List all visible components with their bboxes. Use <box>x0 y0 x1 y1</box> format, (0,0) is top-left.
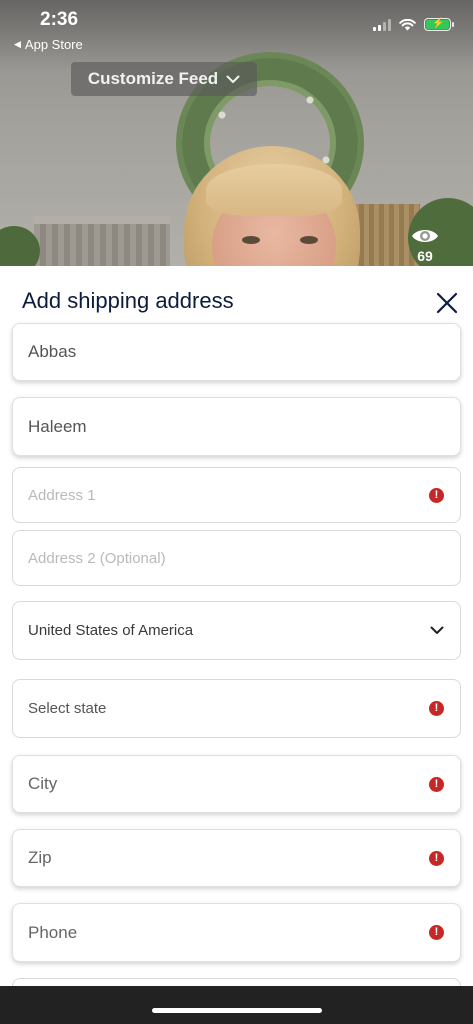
status-time: 2:36 <box>40 9 79 30</box>
home-indicator[interactable] <box>152 1008 322 1013</box>
basket-decoration <box>34 216 170 268</box>
last-name-value: Haleem <box>28 416 87 436</box>
state-select[interactable]: Select state ! <box>12 679 461 738</box>
error-icon: ! <box>429 701 444 716</box>
zip-placeholder: Zip <box>28 848 52 867</box>
battery-icon: ⚡ <box>424 18 454 31</box>
customize-feed-button[interactable]: Customize Feed <box>71 62 257 96</box>
error-icon: ! <box>429 925 444 940</box>
home-bar <box>0 986 473 1024</box>
country-select[interactable]: United States of America <box>12 601 461 660</box>
address2-placeholder: Address 2 (Optional) <box>28 549 166 567</box>
country-value: United States of America <box>28 622 194 639</box>
close-button[interactable] <box>430 288 464 318</box>
chevron-down-icon <box>430 626 444 634</box>
first-name-value: Abbas <box>28 342 77 361</box>
error-icon: ! <box>429 850 444 866</box>
presenter-eye-left <box>242 236 260 244</box>
presenter-bangs <box>206 164 342 216</box>
back-to-app-label: App Store <box>24 37 83 52</box>
error-icon: ! <box>429 487 444 503</box>
error-icon: ! <box>429 776 444 792</box>
presenter-eye-right <box>300 236 318 244</box>
last-name-field[interactable]: Haleem <box>12 397 461 456</box>
back-arrow-icon: ◀ <box>14 39 21 49</box>
eye-icon <box>412 230 438 242</box>
customize-feed-label: Customize Feed <box>87 69 219 88</box>
shipping-address-sheet: Add shipping address Abbas Haleem Addres… <box>0 266 473 986</box>
address1-placeholder: Address 1 <box>28 486 96 504</box>
phone-field[interactable]: Phone ! <box>12 903 461 962</box>
charging-bolt-icon: ⚡ <box>432 18 445 29</box>
zip-field[interactable]: Zip ! <box>12 829 461 887</box>
viewer-count-value: 69 <box>417 248 433 264</box>
sheet-title: Add shipping address <box>22 288 234 313</box>
address2-field[interactable]: Address 2 (Optional) <box>12 530 461 586</box>
next-field-partial[interactable] <box>12 978 461 986</box>
city-field[interactable]: City ! <box>12 755 461 813</box>
cellular-signal-icon <box>373 18 391 31</box>
state-placeholder: Select state <box>28 700 107 717</box>
viewer-count: 69 <box>410 226 440 264</box>
address1-field[interactable]: Address 1 ! <box>12 467 461 523</box>
chevron-down-icon <box>226 75 240 83</box>
city-placeholder: City <box>28 774 58 793</box>
phone-placeholder: Phone <box>28 922 78 942</box>
close-icon <box>436 292 458 314</box>
back-to-app-store[interactable]: ◀ App Store <box>14 37 83 52</box>
wifi-icon <box>399 18 416 30</box>
status-icons: ⚡ <box>373 18 454 31</box>
first-name-field[interactable]: Abbas <box>12 323 461 381</box>
